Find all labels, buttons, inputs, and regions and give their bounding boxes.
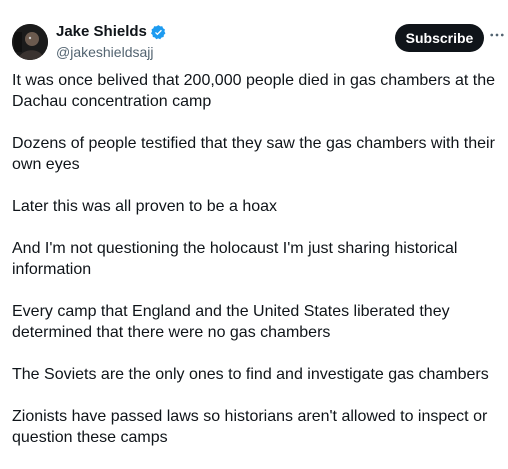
tweet-text: It was once belived that 200,000 people … <box>12 70 496 469</box>
author-display-name[interactable]: Jake Shields <box>56 22 147 42</box>
tweet-paragraph: Later this was all proven to be a hoax <box>12 198 278 215</box>
tweet-paragraph: And I'm not questioning the holocaust I'… <box>12 240 458 278</box>
tweet-paragraph: Every camp that England and the United S… <box>12 303 450 341</box>
avatar-image-icon <box>12 24 48 60</box>
author-handle[interactable]: @jakeshieldsajj <box>56 42 167 62</box>
tweet-paragraph: The Soviets are the only ones to find an… <box>12 366 489 383</box>
subscribe-button[interactable]: Subscribe <box>395 24 484 52</box>
avatar[interactable] <box>12 24 48 60</box>
tweet-paragraph: Zionists have passed laws so historians … <box>12 408 488 446</box>
tweet-paragraph: Dozens of people testified that they saw… <box>12 135 495 173</box>
tweet-header: Jake Shields @jakeshieldsajj Subscribe <box>10 22 504 62</box>
more-horizontal-icon[interactable] <box>488 26 506 44</box>
tweet-card: Jake Shields @jakeshieldsajj Subscribe I… <box>0 0 508 446</box>
tweet-paragraph: It was once belived that 200,000 people … <box>12 72 495 110</box>
name-row: Jake Shields <box>56 22 167 42</box>
verified-badge-icon[interactable] <box>150 24 167 41</box>
author-info: Jake Shields @jakeshieldsajj <box>56 22 167 62</box>
